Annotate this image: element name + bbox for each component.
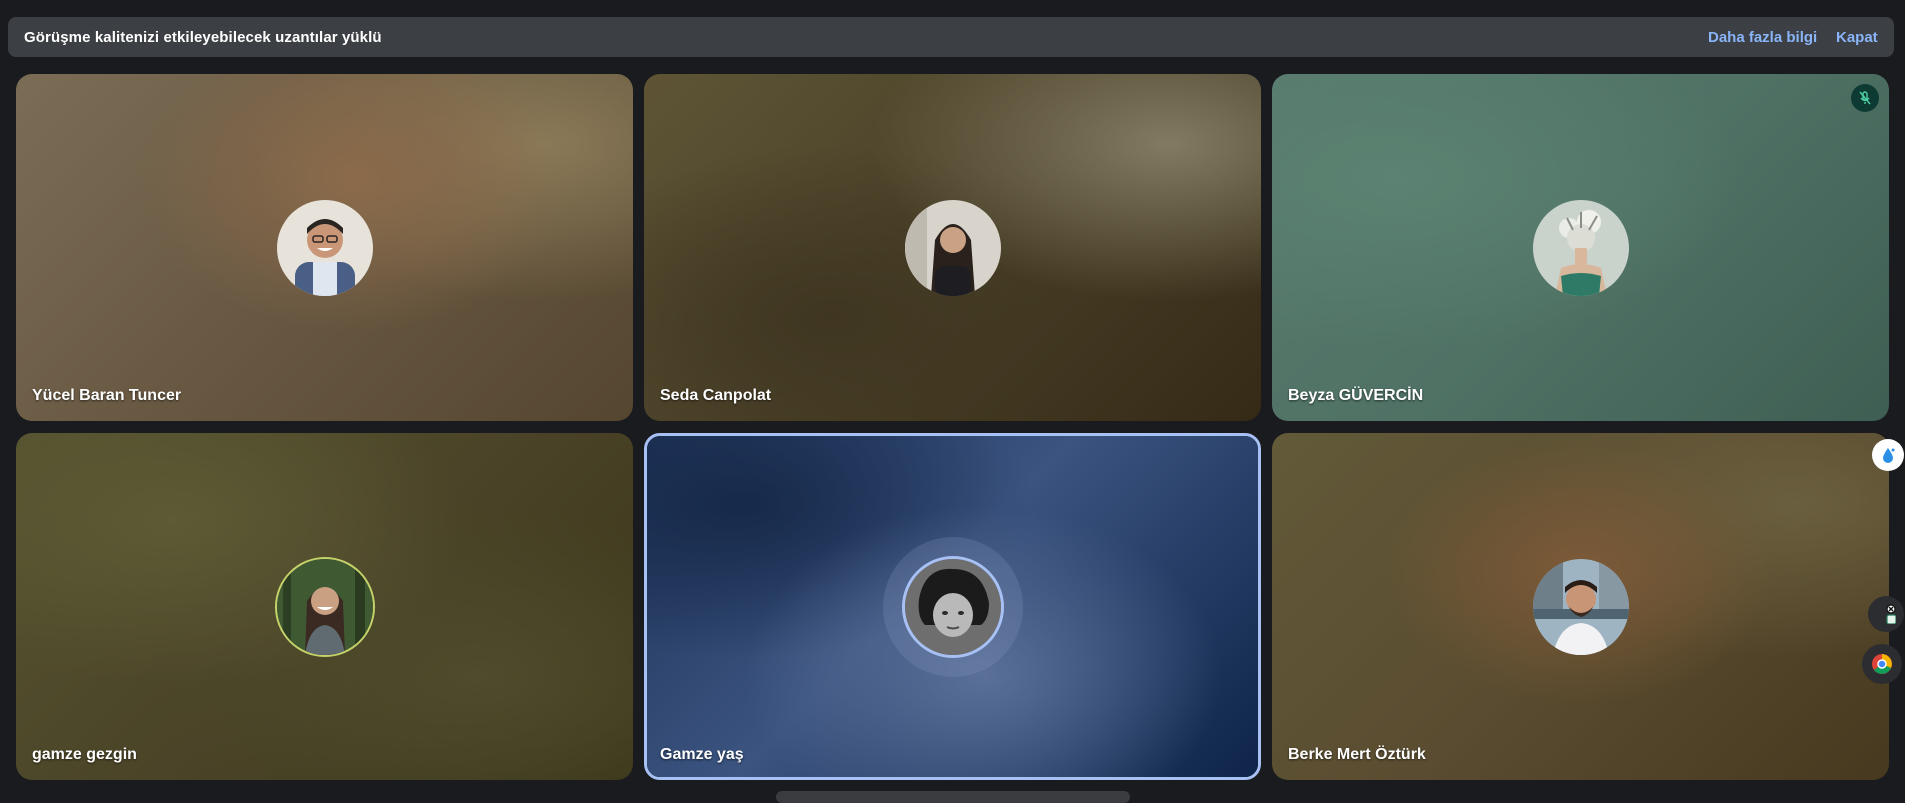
avatar [276,199,373,296]
participant-tile[interactable]: gamze gezgin [16,433,633,780]
participant-tile[interactable]: Beyza GÜVERCİN [1272,74,1889,421]
participant-name: Yücel Baran Tuncer [32,387,182,404]
participant-name: gamze gezgin [32,746,137,763]
water-drop-icon[interactable] [1872,439,1904,471]
avatar [1532,199,1629,296]
extensions-warning-banner: Görüşme kalitenizi etkileyebilecek uzant… [8,17,1894,57]
close-banner-button[interactable]: Kapat [1836,29,1878,46]
participant-tile[interactable]: Seda Canpolat [644,74,1261,421]
participant-name: Seda Canpolat [660,387,772,404]
avatar [1532,558,1629,655]
participant-tile[interactable]: Berke Mert Öztürk [1272,433,1889,780]
avatar [904,558,1001,655]
chrome-icon[interactable] [1862,644,1902,684]
avatar [276,558,373,655]
learn-more-link[interactable]: Daha fazla bilgi [1708,29,1817,46]
extension-button[interactable] [1868,596,1904,632]
participant-name: Gamze yaş [660,746,744,763]
banner-message: Görüşme kalitenizi etkileyebilecek uzant… [24,29,382,46]
mic-off-icon [1851,84,1879,112]
avatar [904,199,1001,296]
participant-tile-active[interactable]: Gamze yaş [644,433,1261,780]
controls-bar-handle[interactable] [776,791,1130,803]
participant-name: Berke Mert Öztürk [1288,746,1426,763]
participant-name: Beyza GÜVERCİN [1288,387,1424,404]
participant-tile[interactable]: Yücel Baran Tuncer [16,74,633,421]
